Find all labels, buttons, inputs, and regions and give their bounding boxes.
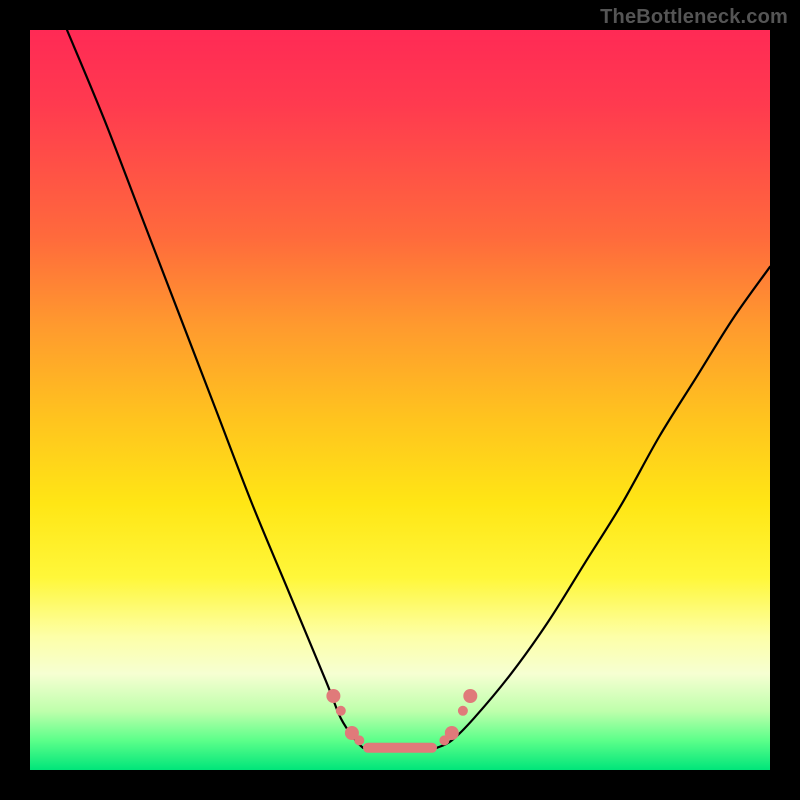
curve-right <box>437 267 770 748</box>
bead-marker <box>326 689 340 703</box>
chart-svg <box>30 30 770 770</box>
bead-group <box>326 689 477 753</box>
chart-frame: TheBottleneck.com <box>0 0 800 800</box>
bead-marker <box>463 689 477 703</box>
bead-marker <box>458 706 468 716</box>
bead-marker <box>336 706 346 716</box>
curve-left <box>67 30 363 748</box>
attribution-text: TheBottleneck.com <box>600 6 788 29</box>
curve-group <box>67 30 770 748</box>
bead-marker <box>354 735 364 745</box>
plot-area <box>30 30 770 770</box>
valley-floor-bar <box>363 743 437 753</box>
bead-marker <box>445 726 459 740</box>
